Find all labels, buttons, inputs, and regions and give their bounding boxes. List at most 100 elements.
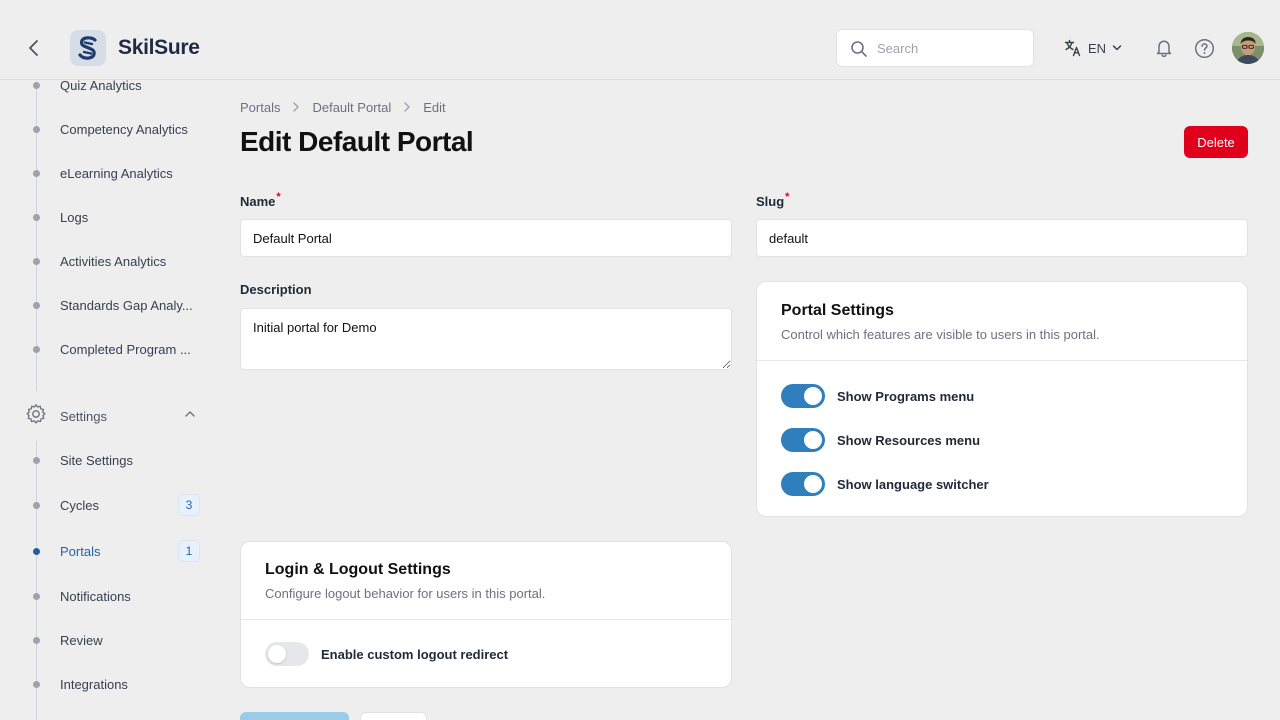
bullet-dot — [33, 680, 40, 688]
sidebar-item-label: Portals — [60, 543, 101, 559]
toggle-row-custom-logout-redirect: Enable custom logout redirect — [265, 642, 508, 666]
bullet-dot — [33, 213, 40, 221]
toggle-row-resources-menu: Show Resources menu — [781, 428, 980, 452]
sidebar-item-standards-gap-analysis[interactable]: Standards Gap Analy... — [0, 290, 216, 320]
save-button[interactable] — [240, 712, 349, 720]
sidebar-item-completed-program[interactable]: Completed Program ... — [0, 334, 216, 364]
description-textarea[interactable]: Initial portal for Demo — [240, 308, 732, 370]
sidebar-item-quiz-analytics[interactable]: Quiz Analytics — [0, 70, 216, 100]
description-label: Description — [240, 282, 312, 297]
divider — [241, 619, 731, 620]
sidebar-item-competency-analytics[interactable]: Competency Analytics — [0, 114, 216, 144]
sidebar-item-label: eLearning Analytics — [60, 165, 173, 181]
search-input[interactable] — [877, 38, 1027, 58]
bullet-dot — [33, 456, 40, 464]
bullet-dot — [33, 592, 40, 600]
back-button[interactable] — [22, 36, 46, 60]
toggle-resources-menu[interactable] — [781, 428, 825, 452]
sidebar-item-label: Integrations — [60, 676, 128, 692]
help-button[interactable] — [1193, 37, 1215, 59]
sidebar-item-label: Site Settings — [60, 452, 133, 468]
toggle-row-programs-menu: Show Programs menu — [781, 384, 974, 408]
sidebar-item-label: Completed Program ... — [60, 341, 191, 357]
name-label-text: Name — [240, 194, 276, 209]
toggle-programs-menu[interactable] — [781, 384, 825, 408]
sidebar-item-label: Activities Analytics — [60, 253, 167, 269]
count-badge: 1 — [178, 540, 200, 562]
sidebar-item-portals[interactable]: Portals 1 — [0, 536, 216, 566]
sidebar: Quiz Analytics Competency Analytics eLea… — [0, 78, 216, 720]
sidebar-item-label: Notifications — [60, 588, 131, 604]
bullet-dot — [33, 636, 40, 644]
bullet-dot — [33, 81, 40, 89]
sidebar-section-settings[interactable]: Settings — [0, 401, 216, 431]
delete-button[interactable]: Delete — [1184, 126, 1248, 158]
breadcrumb: Portals Default Portal Edit — [240, 98, 446, 116]
sidebar-item-cycles[interactable]: Cycles 3 — [0, 490, 216, 520]
breadcrumb-portals[interactable]: Portals — [240, 100, 280, 115]
toggle-custom-logout-redirect[interactable] — [265, 642, 309, 666]
cancel-button[interactable] — [360, 712, 427, 720]
breadcrumb-default-portal[interactable]: Default Portal — [312, 100, 391, 115]
notifications-button[interactable] — [1153, 37, 1175, 59]
toggle-label: Show language switcher — [837, 476, 989, 492]
chevron-up-icon — [184, 407, 196, 425]
bullet-dot — [33, 301, 40, 309]
chevron-left-icon — [29, 40, 38, 56]
sidebar-item-label: Standards Gap Analy... — [60, 297, 193, 313]
toggle-knob — [268, 645, 286, 663]
chevron-right-icon — [403, 101, 411, 113]
help-icon — [1194, 38, 1214, 58]
toggle-label: Show Programs menu — [837, 388, 975, 404]
search-box[interactable] — [836, 29, 1034, 67]
sidebar-item-notifications[interactable]: Notifications — [0, 581, 216, 611]
sidebar-item-review[interactable]: Review — [0, 625, 216, 655]
toggle-language-switcher[interactable] — [781, 472, 825, 496]
card-subtitle: Configure logout behavior for users in t… — [265, 586, 546, 601]
top-bar: SkilSure EN — [0, 0, 1280, 80]
brand-name[interactable]: SkilSure — [118, 36, 200, 60]
divider — [757, 360, 1247, 361]
sidebar-item-label: Quiz Analytics — [60, 77, 142, 93]
sidebar-item-integrations[interactable]: Integrations — [0, 669, 216, 699]
card-title: Portal Settings — [781, 302, 894, 319]
page-title: Edit Default Portal — [240, 126, 474, 157]
toggle-row-language-switcher: Show language switcher — [781, 472, 989, 496]
translate-icon — [1064, 39, 1081, 57]
avatar-image — [1232, 32, 1264, 64]
bullet-dot — [33, 125, 40, 133]
brand-logo[interactable] — [70, 30, 106, 66]
card-subtitle: Control which features are visible to us… — [781, 327, 1100, 342]
login-logout-settings-card: Login & Logout Settings Configure logout… — [240, 541, 732, 688]
name-input[interactable] — [240, 219, 732, 257]
breadcrumb-current: Edit — [423, 99, 446, 115]
gear-icon — [25, 403, 47, 430]
sidebar-item-activities-analytics[interactable]: Activities Analytics — [0, 246, 216, 276]
sidebar-item-label: Competency Analytics — [60, 121, 188, 137]
slug-label: Slug* — [756, 191, 790, 209]
card-title: Login & Logout Settings — [265, 561, 451, 578]
portal-settings-card: Portal Settings Control which features a… — [756, 281, 1248, 517]
required-mark: * — [276, 191, 281, 203]
logo-icon — [78, 36, 97, 60]
section-label: Settings — [60, 408, 107, 424]
language-label: EN — [1088, 40, 1107, 56]
required-mark: * — [785, 191, 790, 203]
count-badge: 3 — [178, 494, 200, 516]
toggle-label: Show Resources menu — [837, 432, 981, 448]
user-avatar[interactable] — [1232, 32, 1264, 64]
sidebar-item-logs[interactable]: Logs — [0, 202, 216, 232]
search-icon — [850, 40, 868, 63]
toggle-knob — [804, 431, 822, 449]
sidebar-item-elearning-analytics[interactable]: eLearning Analytics — [0, 158, 216, 188]
sidebar-item-site-settings[interactable]: Site Settings — [0, 445, 216, 475]
sidebar-item-label: Logs — [60, 209, 89, 225]
bullet-dot — [33, 345, 40, 353]
bullet-dot — [33, 257, 40, 265]
bullet-dot — [33, 547, 40, 555]
language-selector[interactable]: EN — [1064, 38, 1122, 58]
slug-label-text: Slug — [756, 194, 785, 209]
slug-input[interactable] — [756, 219, 1248, 257]
bullet-dot — [33, 501, 40, 509]
toggle-knob — [804, 475, 822, 493]
